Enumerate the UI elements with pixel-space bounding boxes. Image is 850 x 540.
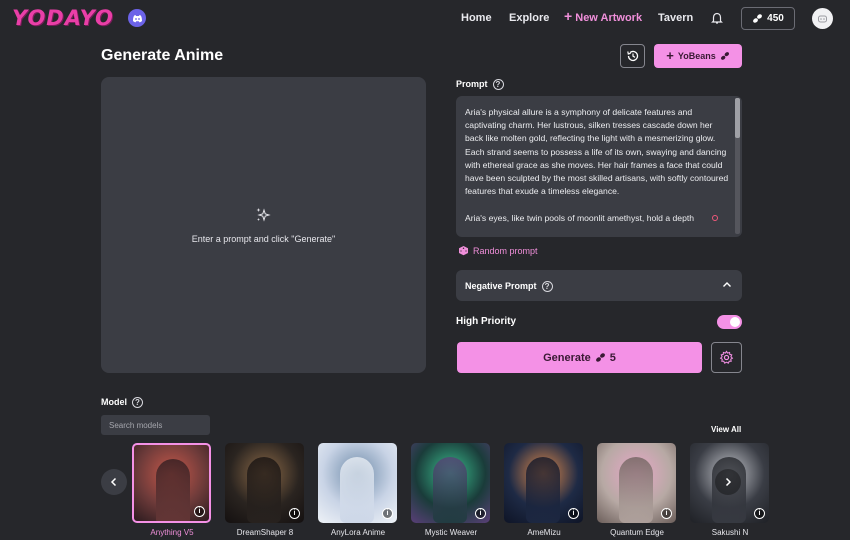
bean-icon — [595, 353, 605, 362]
model-card-name: DreamShaper 8 — [236, 528, 294, 537]
chevron-right-icon — [725, 477, 732, 487]
settings-button[interactable] — [711, 342, 742, 373]
plus-icon: + — [564, 8, 573, 24]
prompt-text[interactable]: Aria's physical allure is a symphony of … — [465, 106, 729, 225]
logo[interactable]: YODAYO — [12, 6, 114, 30]
model-thumbnail — [340, 457, 374, 523]
canvas-hint: Enter a prompt and click "Generate" — [191, 234, 336, 244]
model-card-name: Sakushi N — [711, 528, 749, 537]
discord-icon[interactable] — [128, 9, 146, 27]
info-icon[interactable]: i — [382, 508, 393, 519]
beans-balance-button[interactable]: 450 — [741, 7, 795, 30]
model-card-name: Anything V5 — [150, 528, 194, 537]
model-card-name: Mystic Weaver — [424, 528, 478, 537]
model-card-name: AmeMizu — [527, 528, 561, 537]
gear-icon — [719, 350, 734, 364]
model-carousel: i Anything V5 i DreamShaper 8 i AnyLora Anime… — [0, 443, 850, 540]
high-priority-label: High Priority — [456, 316, 517, 327]
nav-home[interactable]: Home — [461, 11, 492, 25]
chevron-left-icon — [110, 477, 117, 487]
model-thumbnail — [247, 457, 281, 523]
toggle-knob — [730, 317, 740, 327]
nav-explore[interactable]: Explore — [509, 11, 549, 25]
model-card[interactable]: i — [225, 443, 304, 523]
beans-count: 450 — [767, 13, 784, 24]
bell-icon[interactable] — [710, 11, 724, 25]
grammar-indicator-icon[interactable] — [712, 215, 718, 221]
model-thumbnail — [619, 457, 653, 523]
bean-icon — [753, 14, 763, 23]
nav-new-artwork[interactable]: + New Artwork — [564, 8, 642, 25]
generate-cost: 5 — [609, 351, 616, 364]
history-button[interactable] — [620, 44, 645, 68]
model-label: Model ? — [101, 396, 143, 408]
model-thumbnail — [526, 457, 560, 523]
model-card[interactable]: i — [597, 443, 676, 523]
nav-tavern[interactable]: Tavern — [658, 11, 693, 25]
avatar[interactable] — [812, 8, 833, 29]
random-prompt-link[interactable]: Random prompt — [458, 245, 538, 256]
help-icon[interactable]: ? — [132, 396, 143, 408]
dice-icon — [459, 246, 468, 256]
model-card-name: AnyLora Anime — [330, 528, 386, 537]
history-icon — [626, 50, 638, 62]
prompt-scrollbar-thumb[interactable] — [735, 98, 740, 138]
help-icon[interactable]: ? — [541, 280, 553, 292]
model-thumbnail — [156, 459, 190, 521]
prompt-label: Prompt ? — [456, 78, 504, 90]
high-priority-toggle[interactable] — [717, 315, 742, 329]
top-nav: YODAYO Home Explore + New Artwork Tavern… — [0, 0, 850, 36]
negative-prompt-panel[interactable]: Negative Prompt ? — [456, 270, 742, 301]
search-models-input[interactable] — [101, 415, 210, 435]
model-card[interactable]: i — [132, 443, 211, 523]
info-icon[interactable]: i — [754, 508, 765, 519]
info-icon[interactable]: i — [568, 508, 579, 519]
info-icon[interactable]: i — [475, 508, 486, 519]
model-card[interactable]: i — [504, 443, 583, 523]
model-card-name: Quantum Edge — [610, 528, 664, 537]
model-card[interactable]: i — [318, 443, 397, 523]
generate-button[interactable]: Generate 5 — [457, 342, 702, 373]
carousel-prev-button[interactable] — [101, 469, 127, 495]
bean-icon — [720, 52, 729, 60]
yobeans-button[interactable]: + YoBeans — [654, 44, 742, 68]
output-canvas: Enter a prompt and click "Generate" — [101, 77, 426, 373]
negative-prompt-label: Negative Prompt ? — [465, 280, 553, 292]
model-card[interactable]: i — [411, 443, 490, 523]
info-icon[interactable]: i — [194, 506, 205, 517]
page-title: Generate Anime — [101, 47, 224, 64]
view-all-link[interactable]: View All — [711, 425, 741, 434]
info-icon[interactable]: i — [289, 508, 300, 519]
carousel-next-button[interactable] — [715, 469, 741, 495]
prompt-textarea[interactable]: Aria's physical allure is a symphony of … — [456, 96, 742, 237]
chevron-up-icon[interactable] — [722, 280, 732, 290]
plus-icon: + — [666, 48, 674, 63]
help-icon[interactable]: ? — [492, 78, 504, 90]
info-icon[interactable]: i — [661, 508, 672, 519]
sparkle-icon — [256, 208, 271, 222]
user-avatar-icon — [818, 15, 827, 23]
model-thumbnail — [433, 457, 467, 523]
